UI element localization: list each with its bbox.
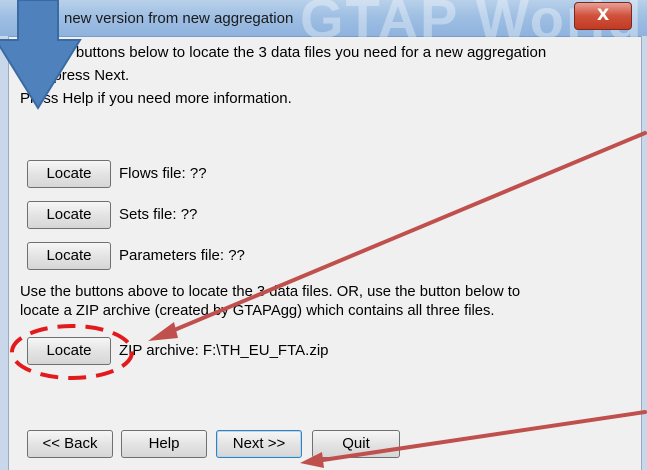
window-right-border (641, 36, 647, 470)
locate-flows-button[interactable]: Locate (27, 160, 111, 188)
next-button[interactable]: Next >> (216, 430, 302, 458)
title-bar: GTAP World new version from new aggregat… (0, 0, 647, 50)
quit-button[interactable]: Quit (312, 430, 400, 458)
alternative-line-1: Use the buttons above to locate the 3 da… (20, 284, 521, 300)
help-button[interactable]: Help (121, 430, 207, 458)
locate-parameters-button[interactable]: Locate (27, 242, 111, 270)
close-button[interactable]: X (574, 2, 632, 30)
flows-file-label: Flows file: ?? (119, 165, 207, 182)
parameters-file-label: Parameters file: ?? (119, 247, 245, 264)
window-left-border (0, 36, 9, 470)
sets-file-label: Sets file: ?? (119, 206, 198, 223)
zip-archive-label: ZIP archive: F:\TH_EU_FTA.zip (119, 342, 329, 359)
window-title: new version from new aggregation (64, 10, 294, 27)
alternative-line-2: locate a ZIP archive (created by GTAPAgg… (20, 303, 495, 319)
instruction-line-2: then press Next. (20, 67, 130, 84)
locate-sets-button[interactable]: Locate (27, 201, 111, 229)
instruction-line-1: Use the buttons below to locate the 3 da… (20, 44, 547, 61)
locate-zip-button[interactable]: Locate (27, 337, 111, 365)
back-button[interactable]: << Back (27, 430, 113, 458)
instruction-line-3: Press Help if you need more information. (20, 90, 292, 107)
